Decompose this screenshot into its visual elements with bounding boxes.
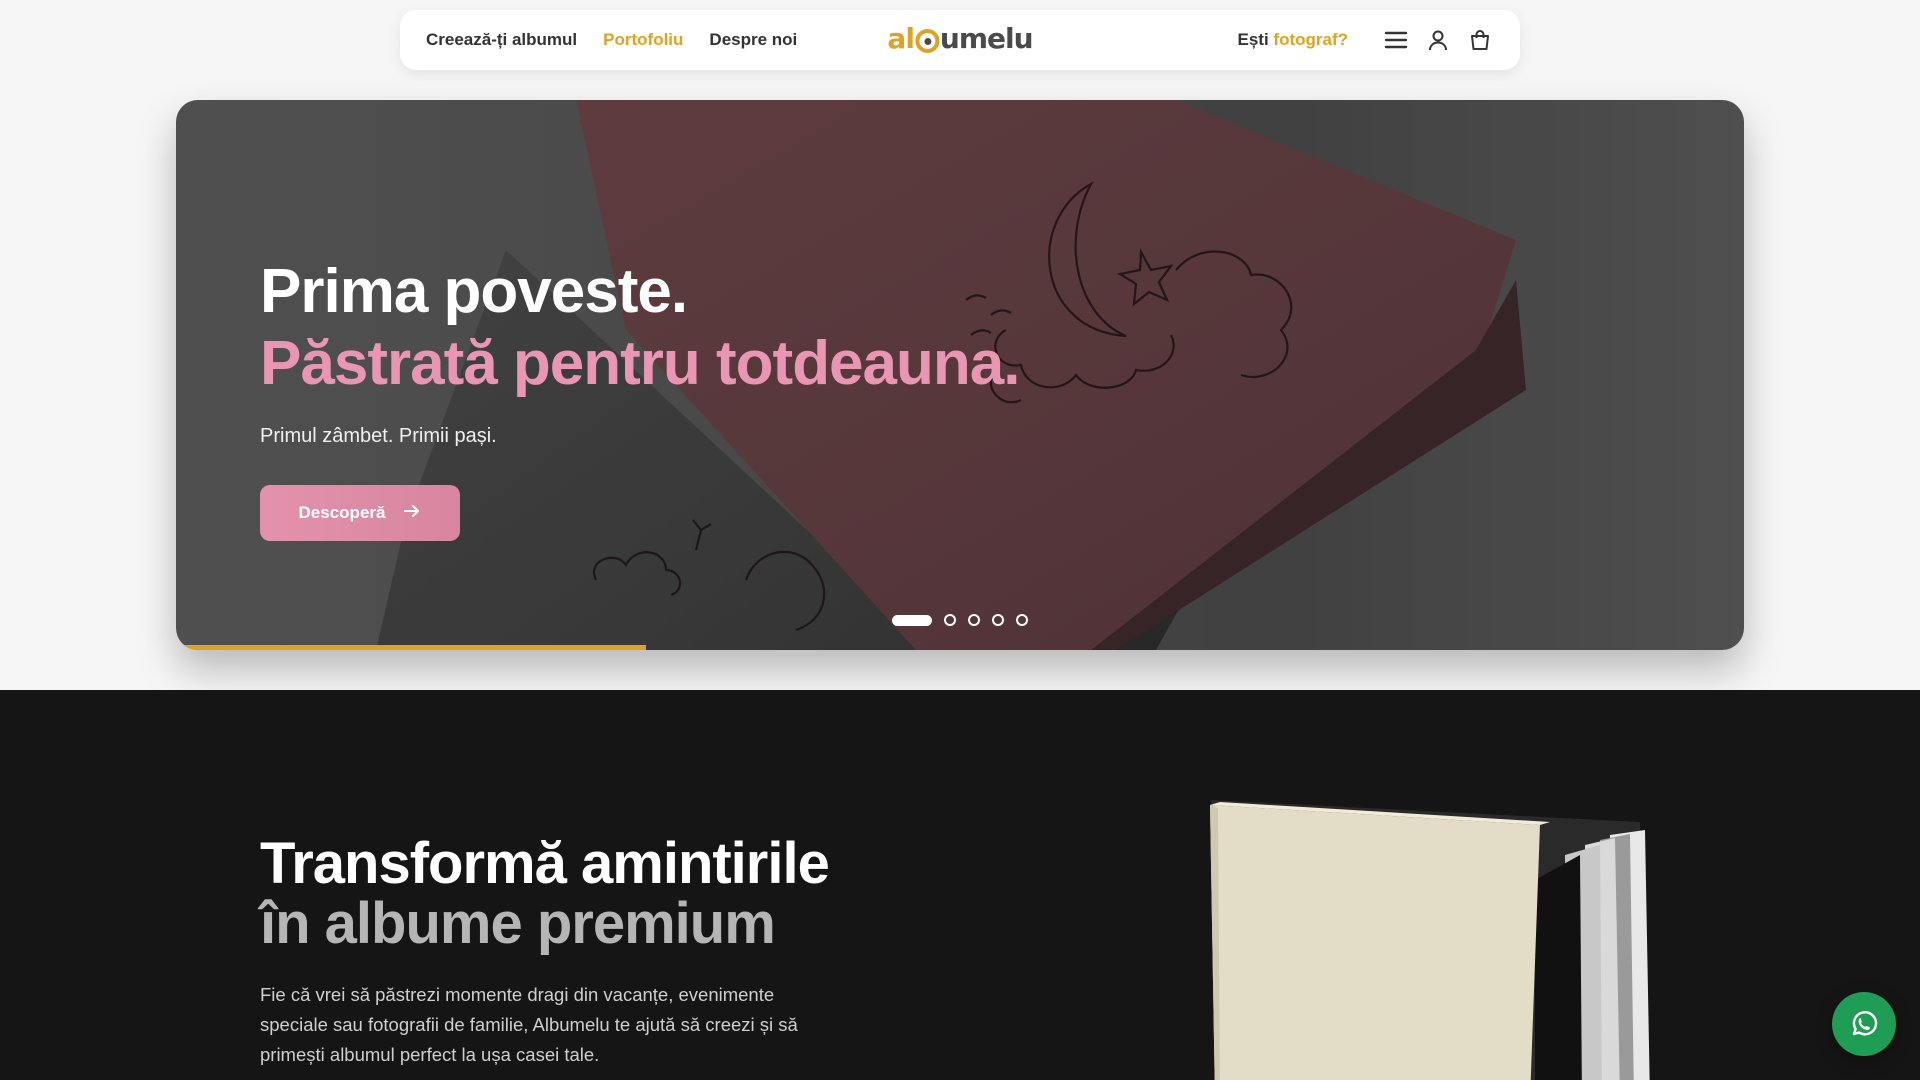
nav-link-about[interactable]: Despre noi — [709, 30, 797, 50]
albumelu-logo[interactable]: al umelu — [887, 22, 1033, 55]
slider-dot-3[interactable] — [968, 614, 980, 626]
slider-dot-5[interactable] — [1016, 614, 1028, 626]
section-title-line2: în albume premium — [260, 891, 776, 956]
photographer-link[interactable]: Ești fotograf? — [1237, 30, 1348, 50]
hero-title-line1: Prima poveste. — [260, 257, 688, 326]
main-nav: Creează-ți albumul Portofoliu Despre noi — [426, 30, 797, 50]
nav-link-create-album[interactable]: Creează-ți albumul — [426, 30, 577, 50]
premium-albums-section: Transformă amintirile în albume premium … — [0, 690, 1920, 1080]
whatsapp-icon — [1852, 1011, 1878, 1036]
discover-button-label: Descoperă — [298, 503, 386, 522]
arrow-right-icon — [403, 503, 421, 523]
slider-dot-1[interactable] — [892, 614, 932, 626]
hero-title-line2: Păstrată pentru totdeauna. — [260, 329, 1020, 398]
logo-lens-mark — [914, 28, 939, 53]
slider-dot-2[interactable] — [944, 614, 956, 626]
user-icon[interactable] — [1424, 26, 1452, 54]
nav-link-portfolio[interactable]: Portofoliu — [603, 30, 683, 50]
top-navbar: Creează-ți albumul Portofoliu Despre noi… — [400, 10, 1520, 70]
premium-album-image — [1210, 800, 1650, 1080]
slider-dot-4[interactable] — [992, 614, 1004, 626]
hero-slider: Prima poveste. Păstrată pentru totdeauna… — [176, 100, 1744, 650]
slide-progress-bar — [176, 645, 647, 650]
slider-pagination — [892, 614, 1028, 626]
hero-subtitle: Primul zâmbet. Primii pași. — [260, 425, 497, 447]
cart-icon[interactable] — [1466, 26, 1494, 54]
section-title-line1: Transformă amintirile — [260, 831, 830, 896]
nav-actions: Ești fotograf? — [1237, 26, 1494, 54]
discover-button[interactable]: Descoperă — [260, 485, 460, 541]
section-description: Fie că vrei să păstrezi momente dragi di… — [260, 984, 798, 1065]
menu-icon[interactable] — [1382, 26, 1410, 54]
whatsapp-chat-button[interactable] — [1832, 992, 1896, 1056]
